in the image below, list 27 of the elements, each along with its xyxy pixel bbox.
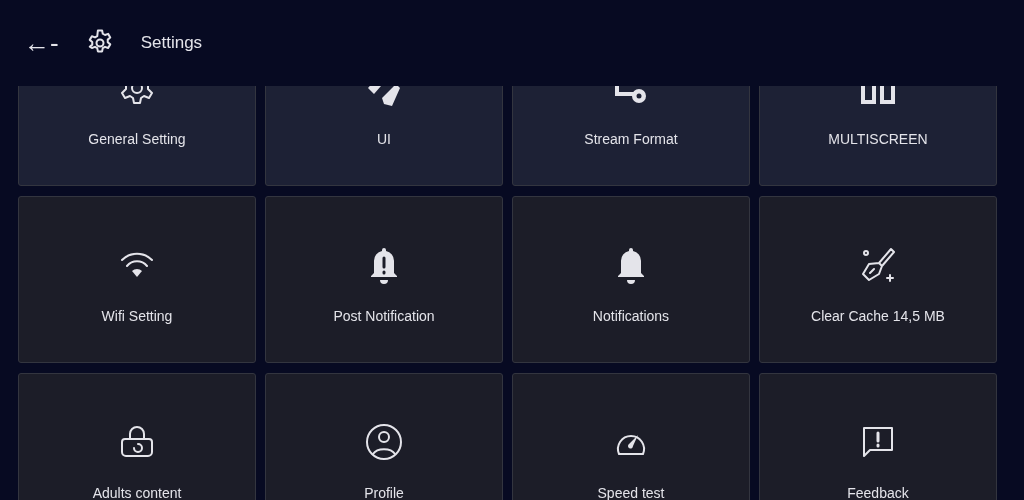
- settings-tile[interactable]: Profile: [265, 373, 503, 500]
- tile-label: MULTISCREEN: [828, 130, 928, 149]
- tile-label: Notifications: [592, 307, 670, 326]
- tile-label: Post Notification: [333, 307, 435, 326]
- settings-tile[interactable]: MULTISCREEN: [759, 86, 997, 186]
- tile-label: Adults content: [92, 484, 182, 500]
- tile-label: General Setting: [88, 130, 186, 149]
- settings-tile[interactable]: UI: [265, 86, 503, 186]
- settings-tile[interactable]: General Setting: [18, 86, 256, 186]
- settings-tile[interactable]: Feedback: [759, 373, 997, 500]
- person-circle-icon: [364, 422, 404, 462]
- tile-label: Wifi Setting: [101, 307, 173, 326]
- settings-tile[interactable]: Adults content: [18, 373, 256, 500]
- tile-label: Stream Format: [584, 130, 678, 149]
- back-button[interactable]: ←-: [24, 30, 59, 56]
- tile-label: Feedback: [847, 484, 909, 500]
- settings-tile[interactable]: Clear Cache 14,5 MB: [759, 196, 997, 363]
- settings-tile[interactable]: Wifi Setting: [18, 196, 256, 363]
- tile-label: Clear Cache 14,5 MB: [811, 307, 945, 326]
- tile-label: Speed test: [597, 484, 665, 500]
- settings-tile[interactable]: Stream Format: [512, 86, 750, 186]
- settings-tile[interactable]: Notifications: [512, 196, 750, 363]
- tile-label: Profile: [364, 484, 404, 500]
- settings-tile[interactable]: Post Notification: [265, 196, 503, 363]
- settings-tile[interactable]: Speed test: [512, 373, 750, 500]
- page-title: Settings: [140, 32, 203, 55]
- tile-label: UI: [377, 130, 391, 149]
